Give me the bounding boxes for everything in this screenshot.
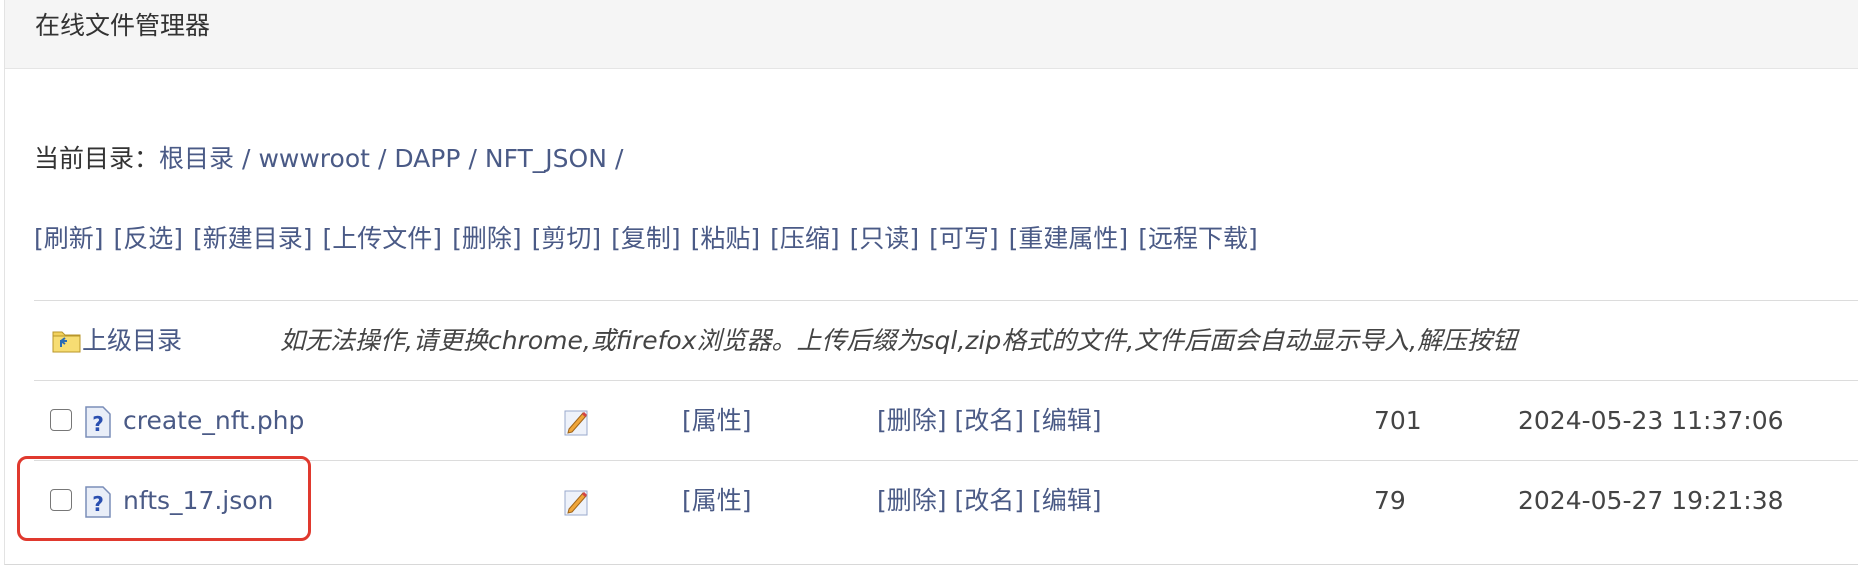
breadcrumb-separator: / [468,144,477,173]
upload-file-button[interactable]: [上传文件] [323,224,443,253]
panel-title: 在线文件管理器 [35,11,211,40]
delete-button[interactable]: [删除] [452,224,522,253]
properties-link[interactable]: [属性] [682,381,752,460]
file-checkbox[interactable] [50,489,72,511]
file-row: ? create_nft.php [属性] [删除] [改名] [编辑] 701… [34,381,1858,461]
breadcrumb: 当前目录：根目录 / wwwroot / DAPP / NFT_JSON / [34,140,631,178]
breadcrumb-separator: / [242,144,251,173]
unknown-file-icon: ? [84,485,112,519]
properties-link[interactable]: [属性] [682,461,752,540]
file-size: 79 [1374,486,1406,515]
delete-link[interactable]: [删除] [877,406,947,435]
breadcrumb-separator: / [377,144,387,173]
unknown-file-icon: ? [84,405,112,439]
invert-selection-button[interactable]: [反选] [114,224,184,253]
breadcrumb-separator: / [614,144,624,173]
svg-text:?: ? [92,412,104,436]
breadcrumb-root[interactable]: 根目录 [159,144,234,173]
file-name-link[interactable]: create_nft.php [123,381,304,460]
file-actions: [删除] [改名] [编辑] [877,381,1101,460]
remote-download-button[interactable]: [远程下载] [1138,224,1258,253]
toolbar: [刷新] [反选] [新建目录] [上传文件] [删除] [剪切] [复制] [粘贴] [压缩]… [34,220,1268,258]
rename-link[interactable]: [改名] [954,486,1024,515]
edit-link[interactable]: [编辑] [1032,486,1102,515]
readonly-button[interactable]: [只读] [850,224,920,253]
file-actions: [删除] [改名] [编辑] [877,461,1101,540]
refresh-button[interactable]: [刷新] [34,224,104,253]
breadcrumb-prefix: 当前目录： [34,144,160,173]
parent-directory-link[interactable]: 上级目录 [82,301,182,380]
breadcrumb-nft-json[interactable]: NFT_JSON [485,144,607,173]
file-checkbox[interactable] [50,409,72,431]
parent-directory-row: 上级目录 如无法操作,请更换chrome,或firefox浏览器。上传后缀为sq… [34,301,1858,381]
breadcrumb-dapp[interactable]: DAPP [394,144,460,173]
panel-header: 在线文件管理器 [5,0,1858,69]
new-directory-button[interactable]: [新建目录] [193,224,313,253]
compress-button[interactable]: [压缩] [770,224,840,253]
pencil-edit-icon[interactable] [563,485,591,517]
file-table: 上级目录 如无法操作,请更换chrome,或firefox浏览器。上传后缀为sq… [34,300,1858,540]
file-name-link[interactable]: nfts_17.json [123,461,273,540]
paste-button[interactable]: [粘贴] [691,224,761,253]
folder-up-icon[interactable] [52,327,82,353]
edit-link[interactable]: [编辑] [1032,406,1102,435]
cut-button[interactable]: [剪切] [532,224,602,253]
breadcrumb-wwwroot[interactable]: wwwroot [258,144,369,173]
file-row: ? nfts_17.json [属性] [删除] [改名] [编辑] 79 20… [34,461,1858,540]
file-modified-time: 2024-05-27 19:21:38 [1518,486,1784,515]
browser-notice: 如无法操作,请更换chrome,或firefox浏览器。上传后缀为sql,zip… [280,326,1518,355]
svg-text:?: ? [92,492,104,516]
pencil-edit-icon[interactable] [563,405,591,437]
rename-link[interactable]: [改名] [954,406,1024,435]
file-modified-time: 2024-05-23 11:37:06 [1518,406,1784,435]
delete-link[interactable]: [删除] [877,486,947,515]
writable-button[interactable]: [可写] [929,224,999,253]
file-size: 701 [1374,406,1422,435]
copy-button[interactable]: [复制] [611,224,681,253]
rebuild-attributes-button[interactable]: [重建属性] [1009,224,1129,253]
